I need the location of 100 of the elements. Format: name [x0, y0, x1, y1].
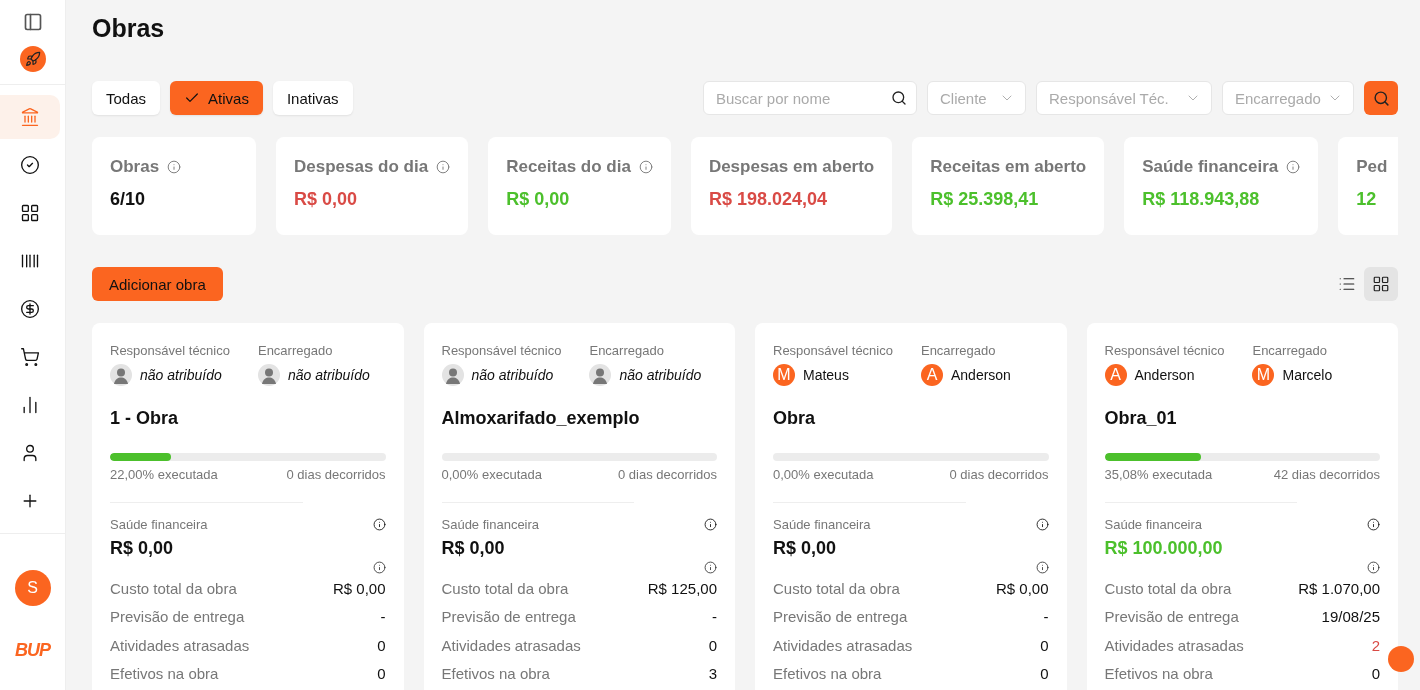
health-value: R$ 0,00 [773, 538, 838, 559]
project-card[interactable] [92, 323, 404, 690]
person-avatar: M [773, 364, 795, 386]
progress-text: 35,08% executada [1104, 467, 1213, 482]
stat-label: Saúde financeira [1142, 157, 1279, 177]
stat-value: R$ 0,00 [294, 189, 359, 210]
person-placeholder-icon [441, 364, 464, 386]
search-icon [1372, 89, 1390, 107]
detail-label: Previsão de entrega [441, 608, 576, 626]
role-label: Responsável técnico [441, 343, 562, 358]
info-icon [372, 518, 386, 531]
detail-value: 0 [1040, 636, 1049, 654]
detail-label: Efetivos na obra [110, 665, 219, 683]
person-placeholder-icon [257, 364, 280, 386]
days-elapsed: 42 dias decorridos [1273, 467, 1380, 482]
detail-value: 0 [708, 636, 717, 654]
person-name: não atribuído [140, 367, 222, 383]
logo: BUP [15, 640, 50, 661]
project-name: Obra_01 [1104, 408, 1178, 429]
stat-label: Ped [1356, 157, 1388, 177]
days-elapsed: 0 dias decorridos [286, 467, 386, 482]
stat-value: 6/10 [110, 189, 147, 210]
progress-text: 0,00% executada [773, 467, 874, 482]
grid-icon [1372, 275, 1390, 293]
chat-bubble[interactable] [1388, 646, 1414, 672]
health-label: Saúde financeira [1104, 517, 1203, 532]
role-label: Encarregado [589, 343, 665, 358]
rocket-icon[interactable] [19, 46, 46, 72]
health-label: Saúde financeira [110, 517, 208, 532]
detail-label: Previsão de entrega [110, 608, 245, 626]
project-card[interactable] [755, 323, 1067, 690]
progress-text: 22,00% executada [110, 467, 218, 482]
project-name: 1 - Obra [110, 408, 180, 429]
health-value: R$ 0,00 [441, 538, 506, 559]
stat-value: 12 [1356, 189, 1378, 210]
cart-icon [20, 347, 40, 367]
info-icon [1367, 518, 1380, 531]
person-name: não atribuído [619, 367, 702, 383]
health-label: Saúde financeira [773, 517, 871, 532]
filter-tab[interactable]: Todas [92, 81, 161, 115]
info-icon [1367, 561, 1380, 574]
dollar-icon [20, 299, 40, 319]
project-card[interactable] [423, 323, 735, 690]
detail-value: 0 [377, 636, 386, 654]
person-name: Marcelo [1282, 367, 1333, 383]
detail-value: - [1043, 608, 1049, 626]
project-name: Almoxarifado_exemplo [441, 408, 641, 429]
detail-value: 0 [1371, 665, 1380, 683]
check-circle-icon [20, 155, 40, 175]
detail-label: Custo total da obra [441, 579, 569, 597]
stat-label: Despesas do dia [294, 157, 429, 177]
role-label: Encarregado [920, 343, 997, 358]
list-icon [1338, 275, 1356, 293]
stat-value: R$ 25.398,41 [930, 189, 1040, 210]
detail-value: 19/08/25 [1321, 608, 1380, 626]
detail-value: 0 [377, 665, 386, 683]
search-button[interactable] [1364, 81, 1398, 115]
person-name: Mateus [803, 367, 849, 383]
stat-value: R$ 198.024,04 [708, 189, 828, 210]
detail-value: R$ 0,00 [995, 579, 1049, 597]
detail-value: - [380, 608, 386, 626]
detail-value: R$ 1.070,00 [1298, 579, 1380, 597]
role-label: Encarregado [1252, 343, 1328, 358]
detail-label: Efetivos na obra [441, 665, 550, 683]
person-placeholder-icon [589, 364, 612, 386]
detail-value: 2 [1371, 636, 1380, 654]
detail-label: Custo total da obra [773, 579, 900, 597]
progress-text: 0,00% executada [441, 467, 542, 482]
detail-value: 3 [708, 665, 717, 683]
health-value: R$ 100.000,00 [1104, 538, 1224, 559]
stat-value: R$ 0,00 [506, 189, 571, 210]
project-card[interactable] [1086, 323, 1398, 690]
detail-value: R$ 125,00 [647, 579, 717, 597]
detail-value: R$ 0,00 [332, 579, 386, 597]
detail-label: Previsão de entrega [773, 608, 908, 626]
info-icon [704, 518, 717, 531]
info-icon [372, 561, 386, 574]
detail-label: Atividades atrasadas [441, 636, 581, 654]
sidebar-toggle-icon[interactable] [22, 12, 43, 32]
detail-label: Atividades atrasadas [110, 636, 250, 654]
days-elapsed: 0 dias decorridos [949, 467, 1049, 482]
detail-label: Previsão de entrega [1104, 608, 1239, 626]
filter-tab[interactable]: Ativas [170, 81, 263, 115]
info-icon [704, 561, 717, 574]
stat-label: Despesas em aberto [708, 157, 875, 177]
stat-label: Receitas em aberto [930, 157, 1087, 177]
filter-tab[interactable]: Inativas [272, 81, 353, 115]
info-icon [1035, 518, 1049, 531]
role-label: Responsável técnico [1104, 343, 1225, 358]
view-toggle-button[interactable] [1364, 267, 1398, 301]
person-name: não atribuído [287, 367, 370, 383]
grid-icon [20, 203, 40, 223]
detail-label: Custo total da obra [110, 579, 237, 597]
search-field[interactable]: Buscar por nome [703, 81, 917, 115]
person-avatar: A [920, 364, 943, 386]
search-icon [891, 90, 907, 106]
detail-label: Custo total da obra [1104, 579, 1232, 597]
stat-value: R$ 118.943,88 [1142, 189, 1261, 210]
add-project-button[interactable]: Adicionar obra [92, 267, 223, 301]
person-placeholder-icon [110, 364, 132, 386]
